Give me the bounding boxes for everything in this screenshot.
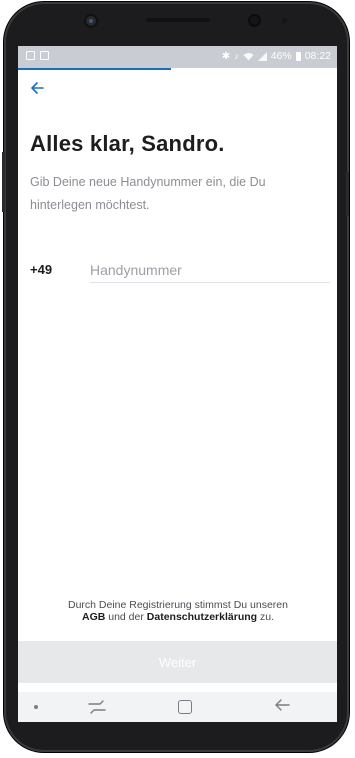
battery-icon [295, 51, 301, 61]
earpiece-speaker [146, 18, 210, 22]
app-screen: ✱ ♪ 46% 08:22 Alles klar, Sandro. Gib De… [18, 46, 337, 692]
page-title: Alles klar, Sandro. [30, 131, 225, 156]
home-icon[interactable] [178, 700, 192, 714]
proximity-sensor-icon [282, 18, 287, 23]
progress-bar-fill [18, 68, 172, 70]
mute-icon: ♪ [234, 51, 239, 61]
front-camera-icon [86, 16, 96, 26]
country-code-selector[interactable]: +49 [30, 262, 52, 277]
signal-icon [257, 51, 267, 61]
phone-number-input[interactable] [90, 258, 330, 283]
dot-icon [34, 705, 38, 709]
privacy-policy-link[interactable]: Datenschutzerklärung [147, 611, 257, 623]
back-icon[interactable] [273, 696, 291, 714]
battery-percent: 46% [270, 50, 292, 62]
status-bar: ✱ ♪ 46% 08:22 [18, 46, 337, 68]
image-icon [26, 51, 35, 60]
page-subtitle: Gib Deine neue Handynummer ein, die Du h… [30, 175, 266, 212]
bluetooth-icon: ✱ [221, 50, 231, 62]
legal-notice: Durch Deine Registrierung stimmst Du uns… [32, 599, 324, 623]
power-button [346, 172, 349, 216]
wifi-icon [243, 52, 254, 60]
status-time: 08:22 [304, 50, 331, 62]
continue-button[interactable]: Weiter [18, 641, 337, 683]
arrow-left-icon [31, 82, 44, 94]
volume-button [2, 152, 5, 212]
legal-text-prefix: Durch Deine Registrierung stimmst Du uns… [67, 599, 288, 611]
back-button[interactable] [30, 79, 56, 101]
phone-number-row: +49 [30, 258, 330, 284]
progress-bar [18, 68, 337, 70]
notification-icon [40, 51, 49, 60]
sensor-icon [250, 16, 259, 25]
phone-top-bezel [4, 2, 349, 46]
recent-apps-icon[interactable] [88, 700, 106, 714]
legal-text-suffix: zu. [260, 611, 275, 623]
agb-link[interactable]: AGB [82, 611, 105, 623]
legal-text-middle: und der [108, 611, 144, 623]
android-navigation-bar [18, 692, 337, 722]
